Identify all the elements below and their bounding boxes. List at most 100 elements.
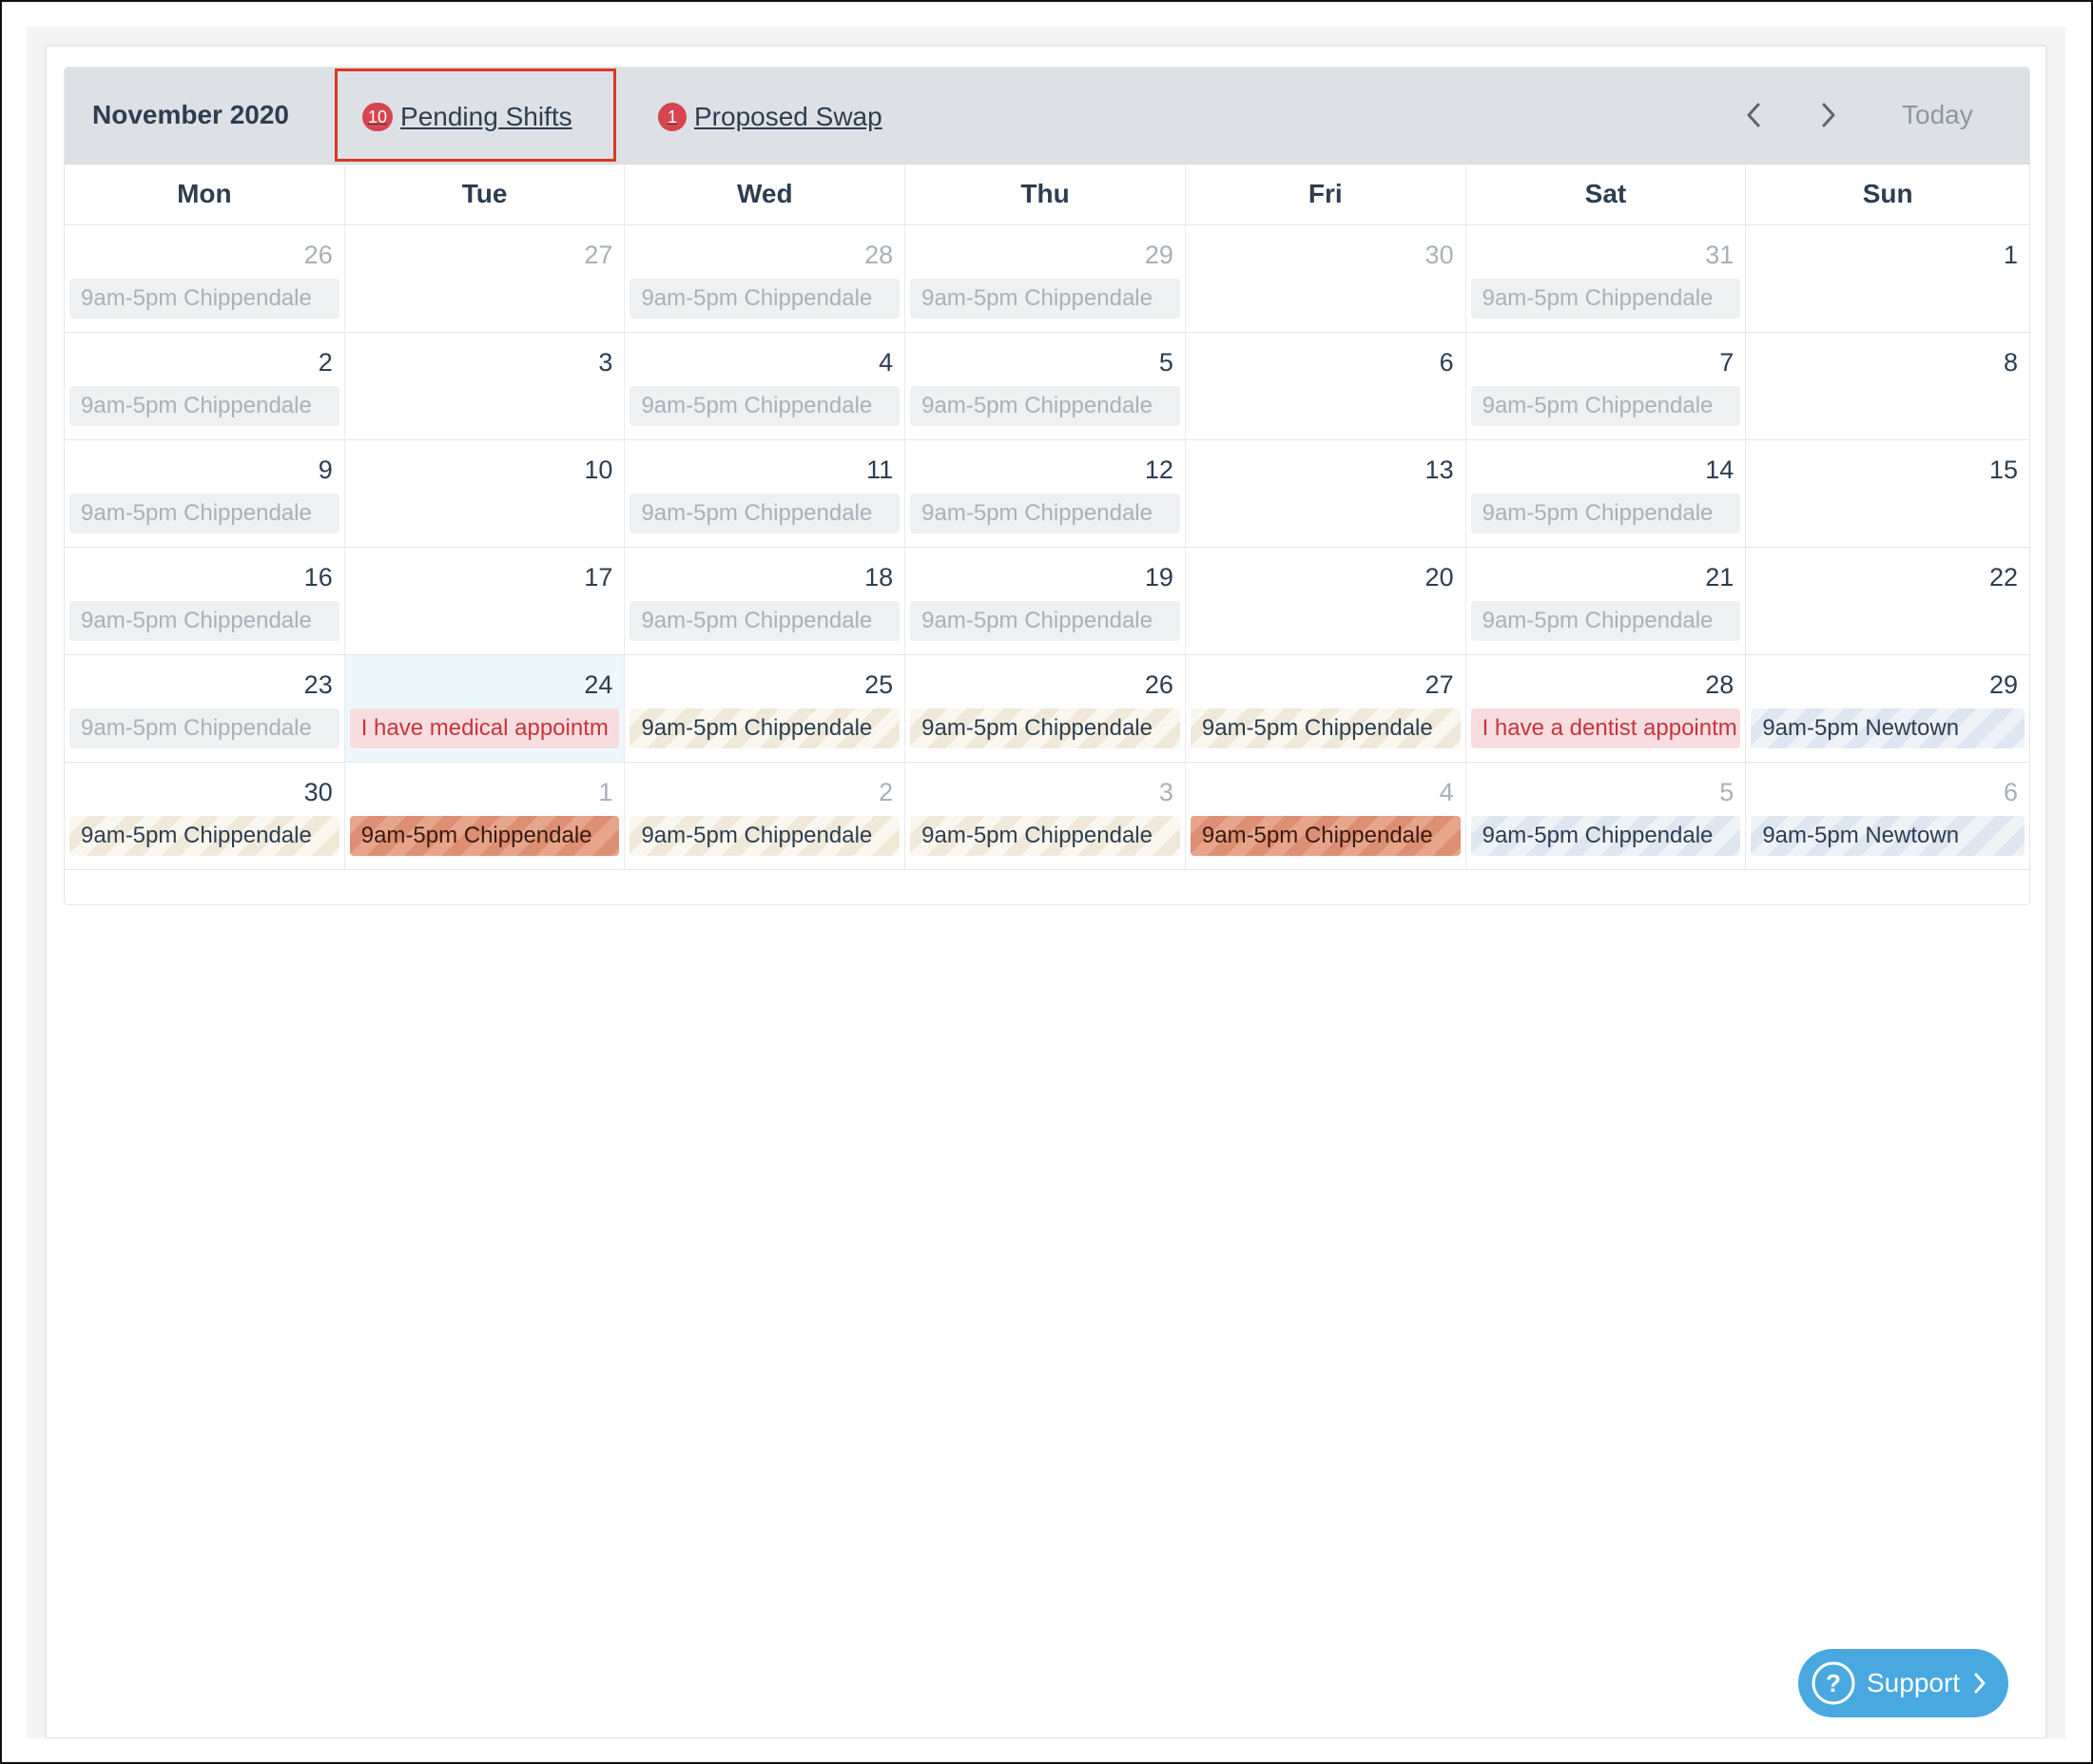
shift-event-past[interactable]: 9am-5pm Chippendale — [630, 279, 901, 319]
day-cell[interactable]: 28 9am-5pm Chippendale — [625, 225, 906, 332]
shift-event-past[interactable]: 9am-5pm Chippendale — [1470, 279, 1741, 319]
day-number: 8 — [2004, 348, 2019, 377]
day-cell[interactable]: 10 — [345, 440, 626, 547]
shift-event-past[interactable]: 9am-5pm Chippendale — [910, 601, 1180, 641]
shift-event-confirmed[interactable]: 9am-5pm Chippendale — [1190, 816, 1461, 856]
shift-event-pending[interactable]: 9am-5pm Chippendale — [910, 708, 1180, 748]
day-cell[interactable]: 12 9am-5pm Chippendale — [905, 440, 1186, 547]
day-cell[interactable]: 29 9am-5pm Newtown — [1746, 655, 2029, 762]
shift-event-confirmed[interactable]: 9am-5pm Chippendale — [349, 816, 620, 856]
prev-month-button[interactable] — [1733, 94, 1774, 136]
day-cell[interactable]: 30 9am-5pm Chippendale — [65, 763, 345, 869]
day-cell[interactable]: 1 9am-5pm Chippendale — [345, 763, 626, 869]
day-number: 5 — [1158, 348, 1173, 377]
day-cell[interactable]: 19 9am-5pm Chippendale — [905, 548, 1186, 654]
day-cell[interactable]: 8 — [1746, 333, 2029, 439]
shift-event-pending[interactable]: 9am-5pm Chippendale — [69, 816, 339, 856]
shift-event-leave[interactable]: I have a dentist appointm — [1470, 708, 1741, 748]
shift-event-past[interactable]: 9am-5pm Chippendale — [69, 708, 339, 748]
day-cell[interactable]: 2 9am-5pm Chippendale — [65, 333, 345, 439]
day-cell[interactable]: 31 9am-5pm Chippendale — [1466, 225, 1747, 332]
pending-shifts-link[interactable]: 10 Pending Shifts — [362, 102, 572, 132]
chevron-right-icon — [1822, 103, 1835, 127]
shift-event-swap[interactable]: 9am-5pm Newtown — [1751, 708, 2025, 748]
shift-event-leave[interactable]: I have medical appointm — [349, 708, 620, 748]
day-number: 24 — [584, 670, 613, 699]
weekday-tue: Tue — [345, 164, 626, 224]
day-cell[interactable]: 11 9am-5pm Chippendale — [625, 440, 906, 547]
shift-event-past[interactable]: 9am-5pm Chippendale — [1470, 386, 1741, 426]
day-cell[interactable]: 28 I have a dentist appointm — [1466, 655, 1747, 762]
shift-event-past[interactable]: 9am-5pm Chippendale — [630, 494, 901, 533]
day-cell[interactable]: 18 9am-5pm Chippendale — [625, 548, 906, 654]
shift-event-swap[interactable]: 9am-5pm Newtown — [1751, 816, 2025, 856]
day-cell[interactable]: 4 9am-5pm Chippendale — [1186, 763, 1466, 869]
day-number: 21 — [1705, 563, 1734, 591]
calendar-header: November 2020 10 Pending Shifts 1 Propos… — [65, 68, 2029, 165]
shift-event-past[interactable]: 9am-5pm Chippendale — [630, 386, 901, 426]
week-row: 23 9am-5pm Chippendale 24 I have medical ap… — [65, 655, 2029, 763]
day-cell[interactable]: 25 9am-5pm Chippendale — [625, 655, 906, 762]
day-number: 1 — [598, 778, 613, 806]
day-cell[interactable]: 17 — [345, 548, 626, 654]
proposed-swap-link[interactable]: 1 Proposed Swap — [658, 102, 882, 132]
today-button[interactable]: Today — [1902, 100, 1973, 130]
shift-event-pending[interactable]: 9am-5pm Chippendale — [630, 816, 901, 856]
day-cell[interactable]: 29 9am-5pm Chippendale — [905, 225, 1186, 332]
day-cell[interactable]: 27 — [345, 225, 626, 332]
shift-event-past[interactable]: 9am-5pm Chippendale — [630, 601, 901, 641]
day-cell-today[interactable]: 24 I have medical appointm — [344, 655, 626, 762]
shift-event-past[interactable]: 9am-5pm Chippendale — [69, 601, 339, 641]
day-cell[interactable]: 5 9am-5pm Chippendale — [905, 333, 1186, 439]
day-cell[interactable]: 3 — [345, 333, 626, 439]
day-number: 12 — [1144, 456, 1173, 484]
next-month-button[interactable] — [1808, 94, 1850, 136]
shift-event-past[interactable]: 9am-5pm Chippendale — [1470, 601, 1741, 641]
day-cell[interactable]: 30 — [1186, 225, 1466, 332]
day-number: 4 — [1439, 778, 1454, 806]
week-row: 16 9am-5pm Chippendale 17 18 9am-5pm Chippen… — [65, 548, 2029, 655]
day-cell[interactable]: 20 — [1186, 548, 1466, 654]
shift-event-past[interactable]: 9am-5pm Chippendale — [69, 386, 339, 426]
day-cell[interactable]: 26 9am-5pm Chippendale — [65, 225, 345, 332]
day-cell[interactable]: 6 9am-5pm Newtown — [1746, 763, 2029, 869]
pending-count-badge: 10 — [362, 103, 394, 131]
week-row: 2 9am-5pm Chippendale 3 4 9am-5pm Chippendal… — [65, 333, 2029, 440]
day-cell[interactable]: 26 9am-5pm Chippendale — [905, 655, 1186, 762]
month-title: November 2020 — [92, 100, 290, 129]
day-cell[interactable]: 7 9am-5pm Chippendale — [1466, 333, 1747, 439]
day-cell[interactable]: 6 — [1186, 333, 1466, 439]
day-cell[interactable]: 21 9am-5pm Chippendale — [1466, 548, 1747, 654]
day-number: 27 — [1424, 670, 1454, 699]
shift-event-pending[interactable]: 9am-5pm Chippendale — [910, 816, 1180, 856]
support-button[interactable]: ? Support — [1798, 1649, 2008, 1717]
shift-event-past[interactable]: 9am-5pm Chippendale — [910, 279, 1180, 319]
shift-event-swap[interactable]: 9am-5pm Chippendale — [1470, 816, 1741, 856]
day-number: 5 — [1719, 778, 1734, 806]
day-number: 2 — [879, 778, 894, 806]
shift-event-past[interactable]: 9am-5pm Chippendale — [910, 494, 1180, 533]
weekday-mon: Mon — [65, 164, 345, 224]
day-number: 28 — [1705, 670, 1734, 699]
day-number: 29 — [1988, 670, 2019, 699]
shift-event-past[interactable]: 9am-5pm Chippendale — [910, 386, 1180, 426]
shift-event-pending[interactable]: 9am-5pm Chippendale — [630, 708, 901, 748]
shift-event-past[interactable]: 9am-5pm Chippendale — [69, 279, 339, 319]
day-cell[interactable]: 27 9am-5pm Chippendale — [1186, 655, 1466, 762]
day-cell[interactable]: 23 9am-5pm Chippendale — [65, 655, 345, 762]
day-cell[interactable]: 9 9am-5pm Chippendale — [65, 440, 345, 547]
day-cell[interactable]: 5 9am-5pm Chippendale — [1466, 763, 1747, 869]
day-cell[interactable]: 22 — [1746, 548, 2029, 654]
day-cell[interactable]: 14 9am-5pm Chippendale — [1466, 440, 1747, 547]
shift-event-past[interactable]: 9am-5pm Chippendale — [69, 494, 339, 533]
shift-event-pending[interactable]: 9am-5pm Chippendale — [1190, 708, 1461, 748]
day-number: 22 — [1988, 563, 2019, 591]
day-cell[interactable]: 3 9am-5pm Chippendale — [905, 763, 1186, 869]
day-cell[interactable]: 13 — [1186, 440, 1466, 547]
shift-event-past[interactable]: 9am-5pm Chippendale — [1470, 494, 1741, 533]
day-cell[interactable]: 4 9am-5pm Chippendale — [625, 333, 906, 439]
day-cell[interactable]: 15 — [1746, 440, 2029, 547]
day-cell[interactable]: 16 9am-5pm Chippendale — [65, 548, 345, 654]
day-cell[interactable]: 2 9am-5pm Chippendale — [625, 763, 906, 869]
day-cell[interactable]: 1 — [1746, 225, 2029, 332]
